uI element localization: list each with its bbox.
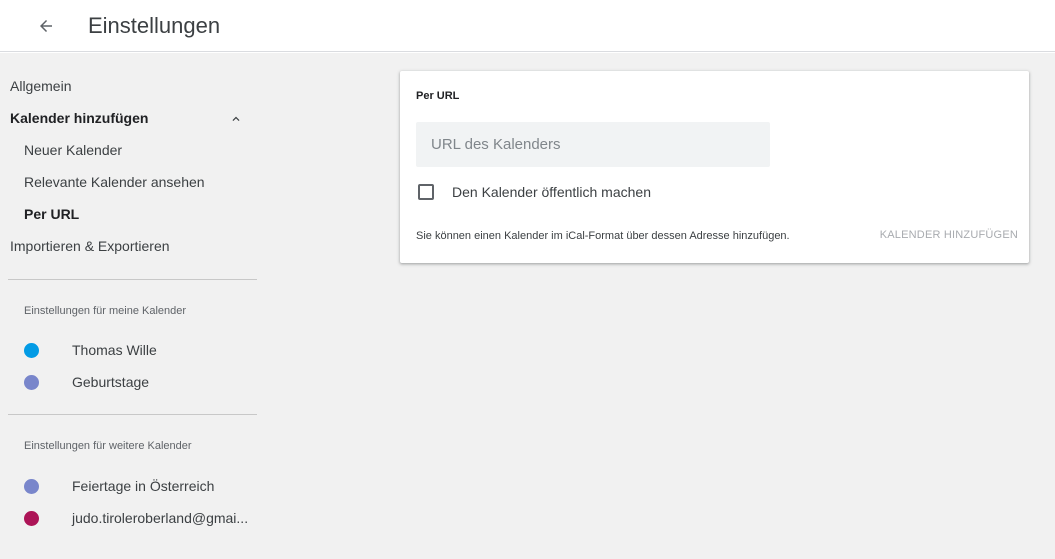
public-checkbox[interactable] <box>418 184 434 200</box>
nav-item-importieren-exportieren[interactable]: Importieren & Exportieren <box>10 237 170 255</box>
sidebar-divider <box>8 414 257 415</box>
calendar-color-dot <box>24 375 39 390</box>
card-title: Per URL <box>416 90 460 102</box>
per-url-card: Per URL Den Kalender öffentlich machen S… <box>400 71 1029 263</box>
public-checkbox-label: Den Kalender öffentlich machen <box>452 184 651 200</box>
calendar-item-geburtstage[interactable]: Geburtstage <box>72 373 149 391</box>
nav-item-kalender-hinzufuegen[interactable]: Kalender hinzufügen <box>10 109 148 127</box>
calendar-item-feiertage[interactable]: Feiertage in Österreich <box>72 477 214 495</box>
my-calendars-heading: Einstellungen für meine Kalender <box>24 305 187 317</box>
help-text: Sie können einen Kalender im iCal-Format… <box>416 230 790 242</box>
back-button[interactable] <box>30 10 62 42</box>
calendar-color-dot <box>24 343 39 358</box>
nav-item-per-url[interactable]: Per URL <box>24 205 79 223</box>
other-calendars-heading: Einstellungen für weitere Kalender <box>24 440 192 452</box>
calendar-color-dot <box>24 511 39 526</box>
sidebar-divider <box>8 279 257 280</box>
nav-item-relevante-kalender[interactable]: Relevante Kalender ansehen <box>24 173 205 191</box>
page-title: Einstellungen <box>88 13 221 38</box>
nav-item-allgemein[interactable]: Allgemein <box>10 77 71 95</box>
calendar-item-judo[interactable]: judo.tiroleroberland@gmai... <box>72 509 248 527</box>
add-calendar-button[interactable]: KALENDER HINZUFÜGEN <box>872 221 1020 249</box>
chevron-up-icon[interactable] <box>229 112 243 126</box>
app-header: Einstellungen <box>0 0 1055 52</box>
calendar-url-input[interactable] <box>416 122 770 167</box>
calendar-color-dot <box>24 479 39 494</box>
calendar-item-thomas-wille[interactable]: Thomas Wille <box>72 341 157 359</box>
nav-item-neuer-kalender[interactable]: Neuer Kalender <box>24 141 122 159</box>
arrow-left-icon <box>40 20 52 32</box>
